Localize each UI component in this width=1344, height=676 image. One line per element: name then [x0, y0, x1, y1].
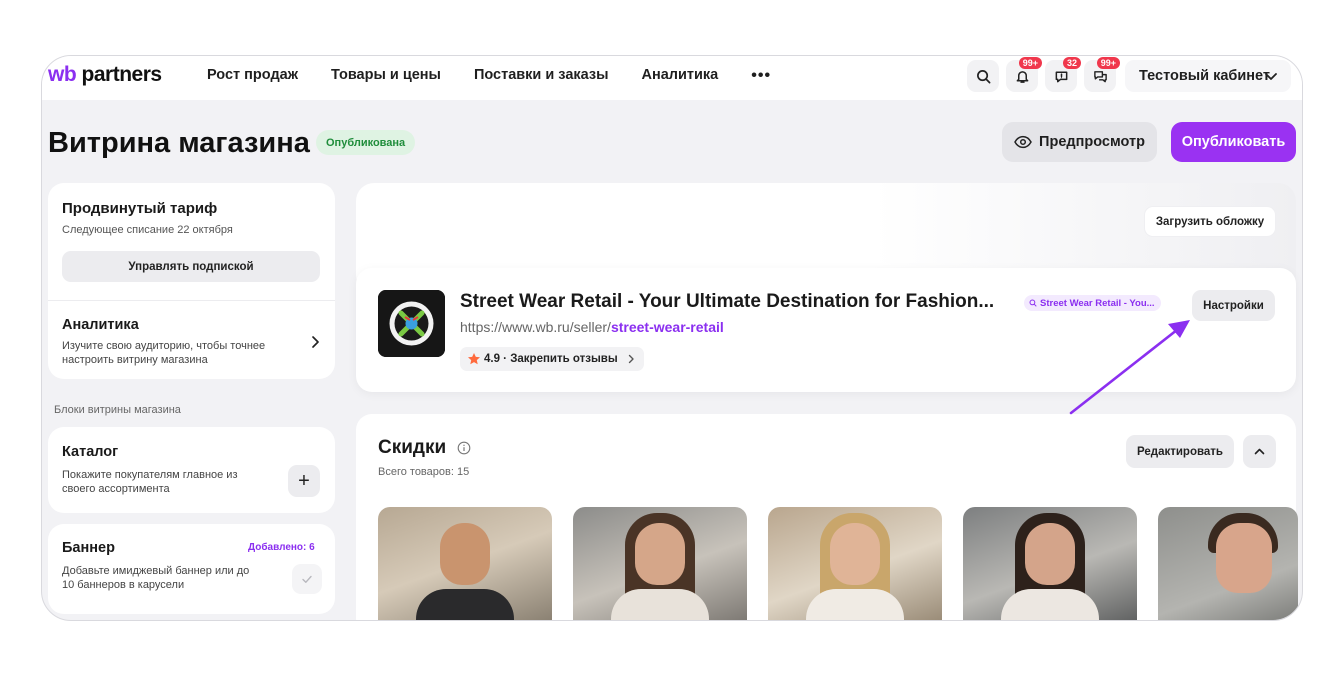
model-face — [1216, 523, 1272, 593]
blocks-section-label: Блоки витрины магазина — [54, 404, 181, 416]
settings-button[interactable]: Настройки — [1192, 290, 1275, 321]
search-icon — [1029, 299, 1037, 307]
model-face — [440, 523, 490, 585]
model-body — [806, 589, 904, 620]
menu-item-sales-growth[interactable]: Рост продаж — [207, 67, 298, 85]
notifications-badge: 99+ — [1018, 57, 1042, 69]
feedback-badge: 32 — [1062, 57, 1081, 69]
discounts-title: Скидки — [378, 437, 447, 458]
rating-label: 4.9 · Закрепить отзывы — [484, 353, 618, 365]
menu-item-products-prices[interactable]: Товары и цены — [331, 67, 441, 85]
tariff-card: Продвинутый тариф Следующее списание 22 … — [48, 183, 335, 379]
store-url-prefix: https://www.wb.ru/seller/ — [460, 319, 611, 335]
banner-description: Добавьте имиджевый баннер или до 10 банн… — [62, 565, 250, 591]
discounts-section: Скидки Всего товаров: 15 Редактировать — [356, 414, 1298, 620]
app-window: wb partners Рост продаж Товары и цены По… — [41, 55, 1303, 621]
manage-subscription-button[interactable]: Управлять подпиской — [62, 251, 320, 282]
logo-wb: wb — [48, 63, 77, 86]
model-body — [416, 589, 514, 620]
model-body — [611, 589, 709, 620]
product-card-image[interactable] — [378, 507, 552, 620]
feedback-button[interactable]: 32 — [1045, 57, 1081, 92]
store-avatar[interactable] — [378, 290, 445, 357]
divider — [48, 300, 335, 301]
chevron-right-icon[interactable] — [308, 335, 322, 349]
store-search-tag[interactable]: Street Wear Retail - You... — [1024, 295, 1161, 311]
store-url-slug: street-wear-retail — [610, 319, 724, 335]
model-face — [830, 523, 880, 585]
feedback-icon — [1055, 71, 1067, 82]
product-card-image[interactable] — [963, 507, 1137, 620]
preview-button[interactable]: Предпросмотр — [1002, 122, 1157, 162]
product-card-image[interactable] — [768, 507, 942, 620]
chat-badge: 99+ — [1096, 57, 1120, 69]
cabinet-name: Тестовый кабинет — [1139, 68, 1271, 84]
banner-added-count: Добавлено: 6 — [248, 542, 315, 553]
chevron-right-icon — [628, 354, 634, 364]
eye-icon — [1014, 135, 1032, 149]
collapse-button[interactable] — [1243, 435, 1276, 468]
model-body — [1001, 589, 1099, 620]
wb-partners-logo[interactable]: wb partners — [48, 63, 162, 87]
top-nav: wb partners Рост продаж Товары и цены По… — [42, 56, 1302, 100]
star-icon — [468, 353, 480, 365]
tariff-subtitle: Следующее списание 22 октября — [62, 224, 233, 236]
status-badge: Опубликована — [316, 130, 416, 155]
publish-button[interactable]: Опубликовать — [1171, 122, 1296, 162]
model-face — [635, 523, 685, 585]
analytics-title[interactable]: Аналитика — [62, 317, 139, 333]
search-button[interactable] — [967, 60, 999, 92]
chat-icon — [1093, 70, 1107, 82]
products-count: Всего товаров: 15 — [378, 466, 470, 478]
bell-icon — [1016, 70, 1028, 83]
menu-item-analytics[interactable]: Аналитика — [641, 67, 718, 85]
store-name: Street Wear Retail - Your Ultimate Desti… — [460, 291, 995, 312]
store-url[interactable]: https://www.wb.ru/seller/street-wear-ret… — [460, 319, 724, 335]
store-logo-image — [378, 290, 445, 357]
pin-reviews-button[interactable]: 4.9 · Закрепить отзывы — [460, 347, 644, 371]
store-info-card: Street Wear Retail - Your Ultimate Desti… — [356, 268, 1296, 392]
upload-cover-button[interactable]: Загрузить обложку — [1145, 207, 1275, 236]
check-icon — [302, 575, 312, 583]
catalog-title: Каталог — [62, 444, 119, 460]
preview-label: Предпросмотр — [1039, 134, 1145, 150]
more-menu-icon[interactable]: ••• — [751, 67, 771, 85]
plus-icon: + — [298, 469, 310, 492]
chevron-up-icon — [1254, 448, 1265, 455]
chat-button[interactable]: 99+ — [1084, 57, 1120, 92]
tariff-title: Продвинутый тариф — [62, 200, 218, 217]
cabinet-selector[interactable]: Тестовый кабинет — [1125, 60, 1291, 92]
logo-partners: partners — [81, 63, 163, 86]
banner-block-card: Баннер Добавлено: 6 Добавьте имиджевый б… — [48, 524, 335, 614]
catalog-block-card: Каталог Покажите покупателям главное из … — [48, 427, 335, 513]
model-face — [1025, 523, 1075, 585]
chevron-down-icon — [1265, 73, 1277, 80]
search-tag-label: Street Wear Retail - You... — [1040, 297, 1155, 309]
page-title: Витрина магазина — [48, 127, 310, 159]
product-card-image[interactable] — [1158, 507, 1298, 620]
analytics-description: Изучите свою аудиторию, чтобы точнее нас… — [62, 340, 266, 366]
catalog-description: Покажите покупателям главное из своего а… — [62, 469, 238, 495]
menu-item-supplies-orders[interactable]: Поставки и заказы — [474, 67, 609, 85]
search-icon — [976, 69, 990, 83]
add-catalog-button[interactable]: + — [288, 465, 320, 497]
edit-button[interactable]: Редактировать — [1126, 435, 1234, 468]
info-icon[interactable] — [457, 441, 471, 455]
notifications-button[interactable]: 99+ — [1006, 57, 1042, 92]
product-card-image[interactable] — [573, 507, 747, 620]
banner-title: Баннер — [62, 540, 115, 556]
banner-added-button[interactable] — [292, 564, 322, 594]
main-menu: Рост продаж Товары и цены Поставки и зак… — [207, 67, 771, 85]
